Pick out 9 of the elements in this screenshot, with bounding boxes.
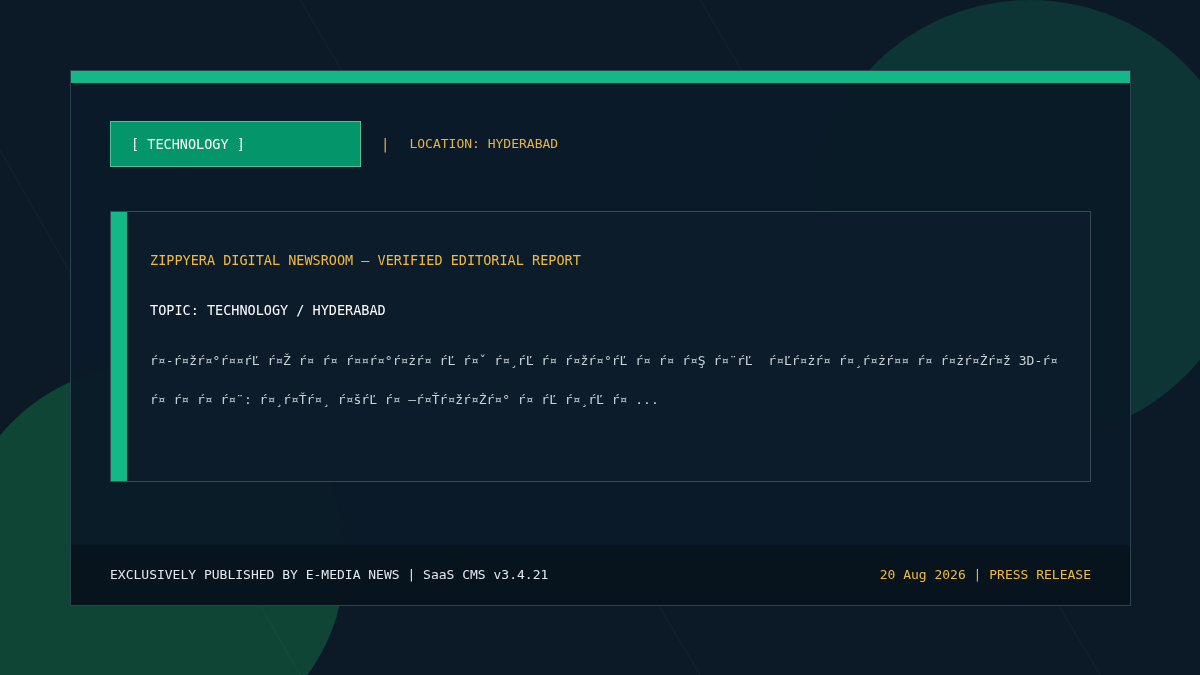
report-text-line: ŕ¤-ŕ¤žŕ¤°ŕ¤¤ŕĽ ŕ¤Ž ŕ¤ ŕ¤ ŕ¤¤ŕ¤°ŕ¤żŕ¤ ŕĽ ŕ¤ˇ ŕ¤¸ŕĽ ŕ¤ ŕ¤žŕ¤°ŕĽ ŕ¤ ŕ¤ ŕ¤Ş ŕ¤¨ŕĽ ŕ¤Ľŕ¤żŕ¤ ŕ¤¸ŕ¤żŕ¤¤ ŕ¤ ŕ¤żŕ¤Żŕ¤ž 3D-ŕ¤ [150,351,1058,370]
publisher-text: EXCLUSIVELY PUBLISHED BY E-MEDIA NEWS | SaaS CMS v3.4.21 [110,566,549,585]
report-topic: TOPIC: TECHNOLOGY / HYDERABAD [150,301,387,321]
separator: | [381,134,390,155]
report-text-line: ŕ¤ ŕ¤ ŕ¤ ŕ¤¨: ŕ¤¸ŕ¤Ťŕ¤¸ ŕ¤šŕĽ ŕ¤ –ŕ¤Ťŕ¤žŕ¤Żŕ¤° ŕ¤ ŕĽ ŕ¤¸ŕĽ ŕ¤ ... [150,391,660,409]
location-label: LOCATION: HYDERABAD [409,135,559,154]
date-text: 20 Aug 2026 | PRESS RELEASE [879,566,1091,585]
report-title: ZIPPYERA DIGITAL NEWSROOM — VERIFIED EDITORIAL REPORT [150,251,582,270]
category-tag: [ TECHNOLOGY ] [110,121,361,167]
